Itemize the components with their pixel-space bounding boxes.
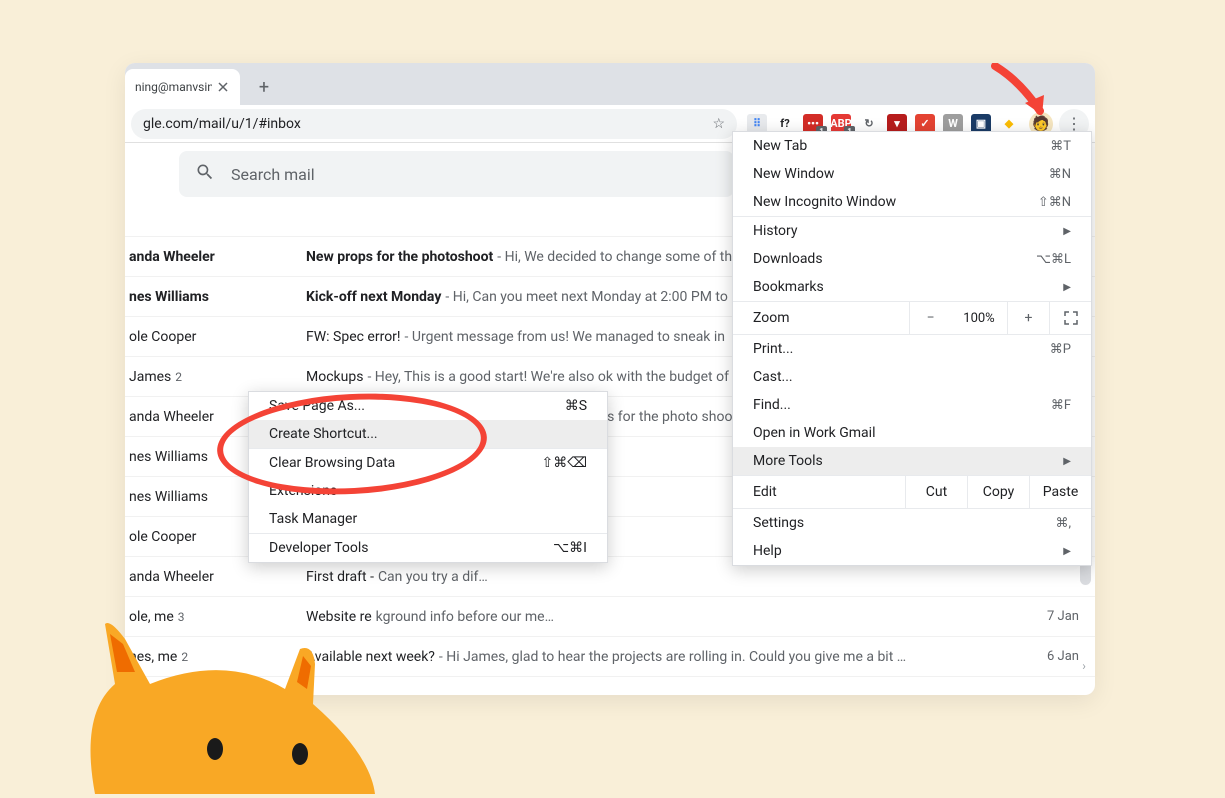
menu-settings[interactable]: Settings ⌘, xyxy=(733,509,1091,537)
chevron-right-icon: ▶ xyxy=(1063,282,1071,293)
mail-date: 6 Jan xyxy=(1019,649,1079,664)
search-placeholder: Search mail xyxy=(231,165,315,184)
mail-sender: James2 xyxy=(125,369,290,385)
menu-incognito[interactable]: New Incognito Window ⇧⌘N xyxy=(733,188,1091,216)
menu-edit: Edit Cut Copy Paste xyxy=(733,475,1091,509)
browser-tab[interactable]: ning@manvsinte xyxy=(125,69,240,105)
search-input[interactable]: Search mail xyxy=(179,151,734,197)
menu-history[interactable]: History ▶ xyxy=(733,217,1091,245)
mail-date: 7 Jan xyxy=(1019,609,1079,624)
edit-paste[interactable]: Paste xyxy=(1029,476,1091,508)
mail-subject: Available next week? - Hi James, glad to… xyxy=(306,649,1003,665)
menu-downloads[interactable]: Downloads ⌥⌘L xyxy=(733,245,1091,273)
zoom-value: 100% xyxy=(951,311,1007,326)
new-tab-button[interactable]: + xyxy=(250,73,278,101)
fullscreen-icon[interactable] xyxy=(1049,302,1091,334)
chrome-menu: New Tab ⌘T New Window ⌘N New Incognito W… xyxy=(732,131,1092,566)
mail-subject: Website re kground info before our me… xyxy=(306,609,1003,625)
cat-mascot xyxy=(75,594,385,794)
edit-cut[interactable]: Cut xyxy=(905,476,967,508)
zoom-in-button[interactable]: + xyxy=(1007,302,1049,334)
chevron-right-icon: ▶ xyxy=(1063,226,1071,237)
url-bar[interactable]: gle.com/mail/u/1/#inbox ☆ xyxy=(131,109,737,139)
url-text: gle.com/mail/u/1/#inbox xyxy=(143,116,301,132)
menu-more-tools[interactable]: More Tools ▶ xyxy=(733,447,1091,475)
tab-strip: ning@manvsinte + xyxy=(125,63,1095,105)
mail-sender: nes Williams xyxy=(125,289,290,305)
mail-sender: anda Wheeler xyxy=(125,249,290,265)
zoom-out-button[interactable]: − xyxy=(909,302,951,334)
mail-sender: anda Wheeler xyxy=(125,569,290,585)
mail-sender: ole Cooper xyxy=(125,329,290,345)
menu-cast[interactable]: Cast... xyxy=(733,363,1091,391)
tab-title: ning@manvsinte xyxy=(135,80,212,94)
thread-count: 2 xyxy=(175,370,182,384)
edit-copy[interactable]: Copy xyxy=(967,476,1029,508)
menu-open-work-gmail[interactable]: Open in Work Gmail xyxy=(733,419,1091,447)
annotation-arrow xyxy=(990,63,1060,141)
submenu-developer-tools[interactable]: Developer Tools ⌥⌘I xyxy=(249,534,607,562)
submenu-task-manager[interactable]: Task Manager xyxy=(249,505,607,533)
menu-find[interactable]: Find... ⌘F xyxy=(733,391,1091,419)
menu-bookmarks[interactable]: Bookmarks ▶ xyxy=(733,273,1091,301)
chevron-right-icon: ▶ xyxy=(1063,456,1071,467)
search-icon xyxy=(195,162,215,186)
star-icon[interactable]: ☆ xyxy=(712,116,725,132)
chevron-right-icon: ▶ xyxy=(1063,546,1071,557)
chevron-right-icon[interactable]: › xyxy=(1075,657,1093,675)
mail-subject: First draft - Can you try a dif… xyxy=(306,569,1003,585)
close-icon[interactable] xyxy=(216,80,230,94)
menu-help[interactable]: Help ▶ xyxy=(733,537,1091,565)
menu-print[interactable]: Print... ⌘P xyxy=(733,335,1091,363)
menu-new-window[interactable]: New Window ⌘N xyxy=(733,160,1091,188)
menu-zoom: Zoom − 100% + xyxy=(733,301,1091,335)
